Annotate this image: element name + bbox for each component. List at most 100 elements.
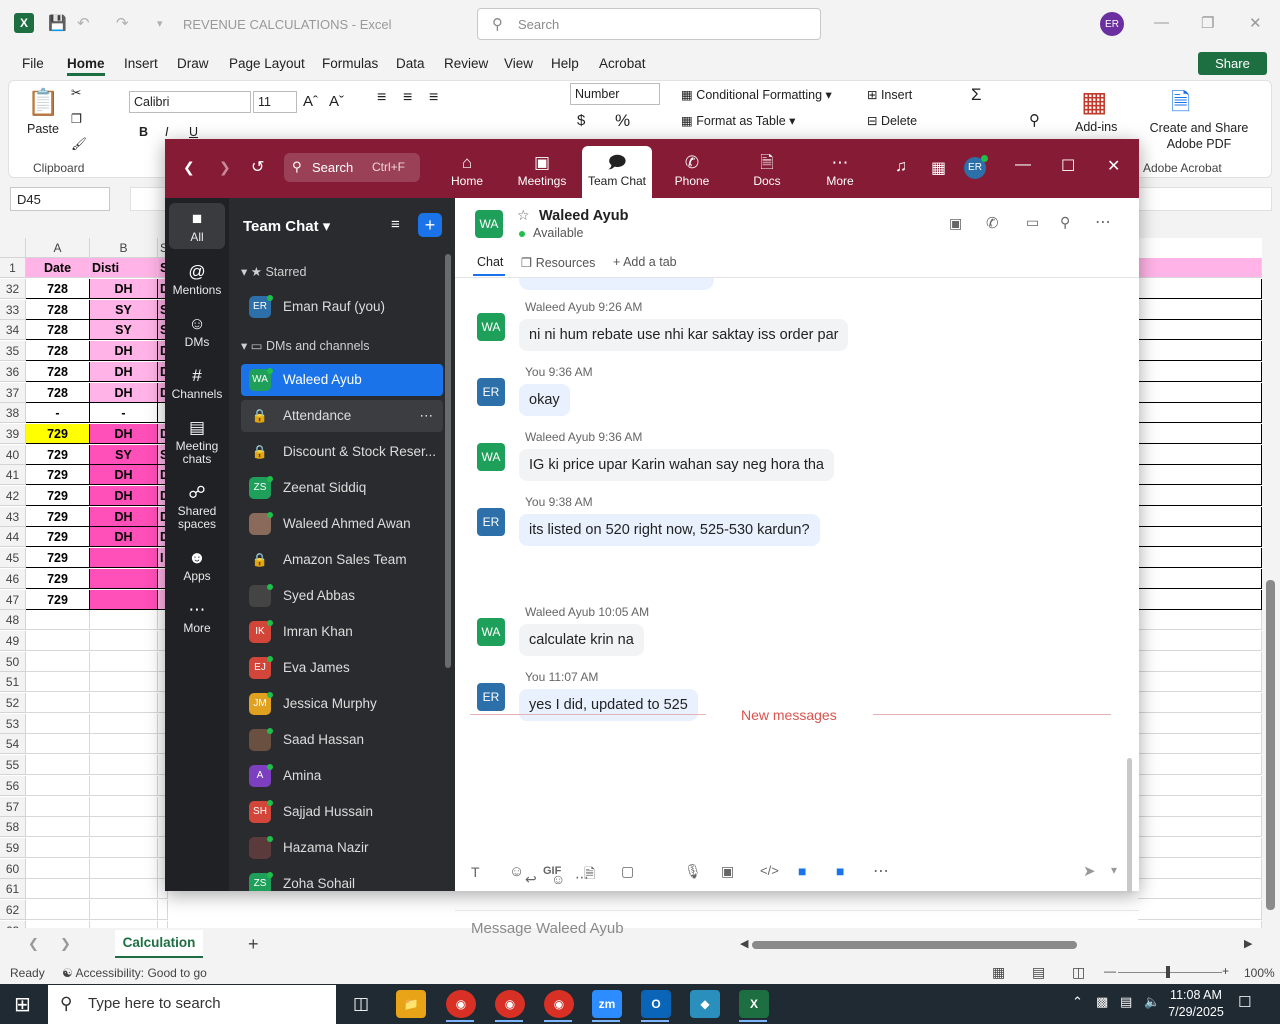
minimize-icon[interactable]: —	[1015, 156, 1031, 174]
cell-date[interactable]: 728	[26, 299, 90, 320]
chat-list-item[interactable]: Hazama Nazir	[241, 832, 443, 864]
cell-disti[interactable]	[90, 568, 158, 589]
insert-cells-button[interactable]: ⊞ Insert	[867, 87, 912, 102]
accessibility-status[interactable]: ☯ Accessibility: Good to go	[62, 966, 207, 980]
forward-icon[interactable]: ❯	[219, 159, 231, 176]
message-bubble[interactable]: ni ni hum rebate use nhi kar saktay iss …	[519, 319, 849, 351]
cell-right[interactable]	[1138, 630, 1262, 651]
star-icon[interactable]: ☆	[517, 207, 530, 224]
customize-toolbar-icon[interactable]: ▾	[157, 17, 163, 30]
cell-disti[interactable]	[90, 755, 158, 776]
chat-list-item[interactable]: Waleed Ahmed Awan	[241, 508, 443, 540]
row-number[interactable]: 60	[0, 858, 26, 879]
chat-list-item[interactable]: SH Sajjad Hussain	[241, 796, 443, 828]
history-icon[interactable]: ↺	[251, 157, 264, 177]
cut-icon[interactable]: ✂	[71, 85, 81, 100]
taskbar-clock[interactable]: 11:08 AM 7/29/2025	[1168, 987, 1224, 1021]
file-icon[interactable]: 🗎	[584, 863, 595, 887]
chat-list-item[interactable]: ZS Zeenat Siddiq	[241, 472, 443, 504]
font-name-select[interactable]: Calibri	[129, 91, 251, 113]
tab-page-layout[interactable]: Page Layout	[229, 56, 305, 71]
cell-right[interactable]	[1138, 734, 1262, 755]
share-button[interactable]: Share	[1198, 52, 1267, 75]
cell-right[interactable]	[1138, 755, 1262, 776]
tab-view[interactable]: View	[504, 56, 533, 71]
header-cell-date[interactable]: Date	[26, 258, 90, 278]
cell-disti[interactable]	[90, 837, 158, 858]
cell-date[interactable]: 728	[26, 341, 90, 362]
row-number[interactable]: 57	[0, 796, 26, 817]
cell-disti[interactable]: DH	[90, 506, 158, 527]
cell-date[interactable]	[26, 796, 90, 817]
cell-right[interactable]	[1138, 382, 1262, 403]
cell-disti[interactable]	[90, 651, 158, 672]
row-number[interactable]: 47	[0, 589, 26, 610]
cell-right[interactable]	[1138, 299, 1262, 320]
message-bubble[interactable]: IG ki price upar Karin wahan say neg hor…	[519, 449, 834, 481]
message-avatar[interactable]: ER	[477, 508, 505, 536]
align-bottom-icon[interactable]: ≡	[429, 89, 438, 107]
left-nav-meeting-chats[interactable]: ▤ Meeting chats	[169, 416, 225, 466]
close-icon[interactable]: ✕	[1107, 156, 1120, 176]
cell-disti[interactable]: -	[90, 403, 158, 424]
cell-right[interactable]	[1138, 879, 1262, 900]
left-nav-all[interactable]: ■ All	[169, 203, 225, 249]
chat-list-item[interactable]: IK Imran Khan	[241, 616, 443, 648]
account-avatar[interactable]: ER	[1100, 12, 1124, 36]
cell-right[interactable]	[1138, 837, 1262, 858]
cell-disti[interactable]: DH	[90, 279, 158, 299]
row-number[interactable]: 38	[0, 403, 26, 424]
cell-disti[interactable]	[90, 920, 158, 928]
cell-right[interactable]	[1138, 279, 1262, 299]
gif-icon[interactable]: GIF	[543, 865, 561, 877]
select-all-corner[interactable]	[0, 238, 26, 258]
row-number[interactable]: 35	[0, 341, 26, 362]
cell-right[interactable]	[1138, 589, 1262, 610]
show-hidden-icons-icon[interactable]: ⌃	[1072, 994, 1083, 1010]
cell-disti[interactable]	[90, 610, 158, 631]
cell-date[interactable]	[26, 713, 90, 734]
row-number[interactable]: 40	[0, 444, 26, 465]
cell-right[interactable]	[1138, 465, 1262, 486]
cell-date[interactable]: 728	[26, 361, 90, 382]
cell-date[interactable]	[26, 837, 90, 858]
file-explorer-icon[interactable]: 📁	[396, 990, 426, 1018]
chrome-icon[interactable]: ◉	[446, 990, 476, 1018]
security-tray-icon[interactable]: ▩	[1096, 994, 1108, 1010]
zoom-search-input[interactable]: ⚲ Search Ctrl+F	[284, 153, 420, 182]
scroll-left-icon[interactable]: ◀	[740, 937, 748, 950]
chat-list-item[interactable]: 🔒 Amazon Sales Team	[241, 544, 443, 576]
cell-date[interactable]: 729	[26, 589, 90, 610]
name-box[interactable]: D45	[10, 187, 110, 211]
nav-home[interactable]: ⌂ Home	[432, 152, 502, 188]
cell-right[interactable]	[1138, 672, 1262, 693]
left-nav-shared-spaces[interactable]: ☍ Shared spaces	[169, 481, 225, 531]
tab-review[interactable]: Review	[444, 56, 488, 71]
cell-date[interactable]: 729	[26, 423, 90, 444]
video-call-icon[interactable]: ▣	[949, 215, 962, 232]
app-diamond-icon[interactable]: ◆	[690, 990, 720, 1018]
page-layout-view-icon[interactable]: ▤	[1032, 964, 1045, 981]
row-number[interactable]: 56	[0, 775, 26, 796]
left-nav-channels[interactable]: # Channels	[169, 364, 225, 401]
cell-disti[interactable]: SY	[90, 299, 158, 320]
cell-right[interactable]	[1138, 610, 1262, 631]
chat-header-name[interactable]: Waleed Ayub	[539, 208, 628, 224]
cell-date[interactable]	[26, 858, 90, 879]
addins-button[interactable]: Add-ins	[1075, 120, 1117, 134]
excel-search-input[interactable]: ⚲ Search	[477, 8, 821, 40]
cell-disti[interactable]	[90, 817, 158, 838]
row-number[interactable]: 59	[0, 837, 26, 858]
row-number[interactable]: 37	[0, 382, 26, 403]
video-message-icon[interactable]: ▣	[721, 863, 734, 880]
more-options-icon[interactable]: ⋯	[1095, 212, 1111, 232]
row-number[interactable]: 34	[0, 320, 26, 341]
cell-right[interactable]	[1138, 796, 1262, 817]
chrome-profile-3-icon[interactable]: ◉	[544, 990, 574, 1018]
task-view-icon[interactable]: ◫	[346, 990, 376, 1018]
tab-resources[interactable]: ❐ Resources	[521, 255, 595, 270]
nav-meetings[interactable]: ▣ Meetings	[507, 152, 577, 188]
chat-list-item[interactable]: A Amina	[241, 760, 443, 792]
row-number[interactable]: 52	[0, 693, 26, 713]
cell-date[interactable]: 729	[26, 527, 90, 548]
